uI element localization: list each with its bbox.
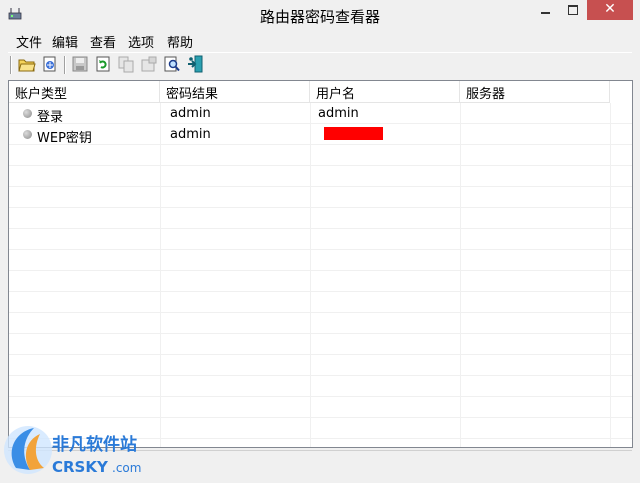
empty-row [9, 229, 632, 250]
toolbar [8, 52, 632, 77]
save-icon[interactable] [71, 55, 89, 73]
menu-edit[interactable]: 编辑 [52, 32, 78, 51]
watermark-brand: 非凡软件站 [52, 434, 137, 455]
menu-view[interactable]: 查看 [90, 32, 116, 51]
menu-file[interactable]: 文件 [16, 32, 42, 51]
empty-row [9, 292, 632, 313]
cell-password: admin [170, 106, 211, 121]
cell-account-type: 登录 [37, 110, 64, 125]
app-window: 路由器密码查看器 ✕ 文件 编辑 查看 选项 帮助 账户类型 密码结果 用户名 … [0, 0, 640, 479]
column-account-type[interactable]: 账户类型 [9, 81, 160, 103]
menu-options[interactable]: 选项 [128, 32, 154, 51]
properties-icon[interactable] [140, 55, 158, 73]
column-divider [460, 103, 461, 447]
close-icon: ✕ [604, 1, 616, 17]
toolbar-separator [64, 56, 66, 74]
column-server[interactable]: 服务器 [460, 81, 610, 103]
maximize-icon [568, 5, 578, 15]
password-list[interactable]: 账户类型 密码结果 用户名 服务器 登录 admin admin WEP密钥 a… [8, 80, 633, 448]
empty-row [9, 250, 632, 271]
export-icon[interactable] [41, 55, 59, 73]
status-dot-icon [23, 130, 32, 139]
empty-row [9, 208, 632, 229]
minimize-icon [541, 12, 550, 14]
open-icon[interactable] [18, 55, 36, 73]
column-divider [160, 103, 161, 447]
crsky-logo-icon: 非凡软件站 CRSKY .com [4, 426, 141, 476]
column-username[interactable]: 用户名 [310, 81, 460, 103]
cell-password: admin [170, 127, 211, 142]
title-bar[interactable]: 路由器密码查看器 ✕ [0, 0, 640, 30]
maximize-button[interactable] [559, 0, 587, 20]
column-divider [610, 103, 611, 447]
empty-row [9, 376, 632, 397]
empty-row [9, 397, 632, 418]
empty-row [9, 271, 632, 292]
column-password-result[interactable]: 密码结果 [160, 81, 310, 103]
empty-row [9, 355, 632, 376]
table-row[interactable]: 登录 admin admin [9, 103, 632, 125]
table-row[interactable]: WEP密钥 admin [9, 124, 632, 146]
exit-icon[interactable] [186, 55, 204, 73]
watermark-sub: CRSKY [52, 458, 109, 476]
empty-row [9, 313, 632, 334]
cell-account-type: WEP密钥 [37, 131, 92, 146]
redacted-username [324, 127, 383, 140]
close-button[interactable]: ✕ [587, 0, 633, 20]
empty-row [9, 145, 632, 166]
refresh-icon[interactable] [94, 55, 112, 73]
copy-icon[interactable] [117, 55, 135, 73]
empty-row [9, 187, 632, 208]
column-divider [310, 103, 311, 447]
watermark-tld: .com [112, 461, 141, 475]
menu-help[interactable]: 帮助 [167, 32, 193, 51]
cell-username: admin [318, 106, 359, 121]
minimize-button[interactable] [531, 0, 559, 20]
watermark-logo: 非凡软件站 CRSKY .com [0, 420, 160, 479]
toolbar-grip [10, 56, 12, 74]
menu-bar: 文件 编辑 查看 选项 帮助 [8, 30, 632, 51]
find-icon[interactable] [163, 55, 181, 73]
empty-row [9, 334, 632, 355]
empty-row [9, 166, 632, 187]
status-dot-icon [23, 109, 32, 118]
